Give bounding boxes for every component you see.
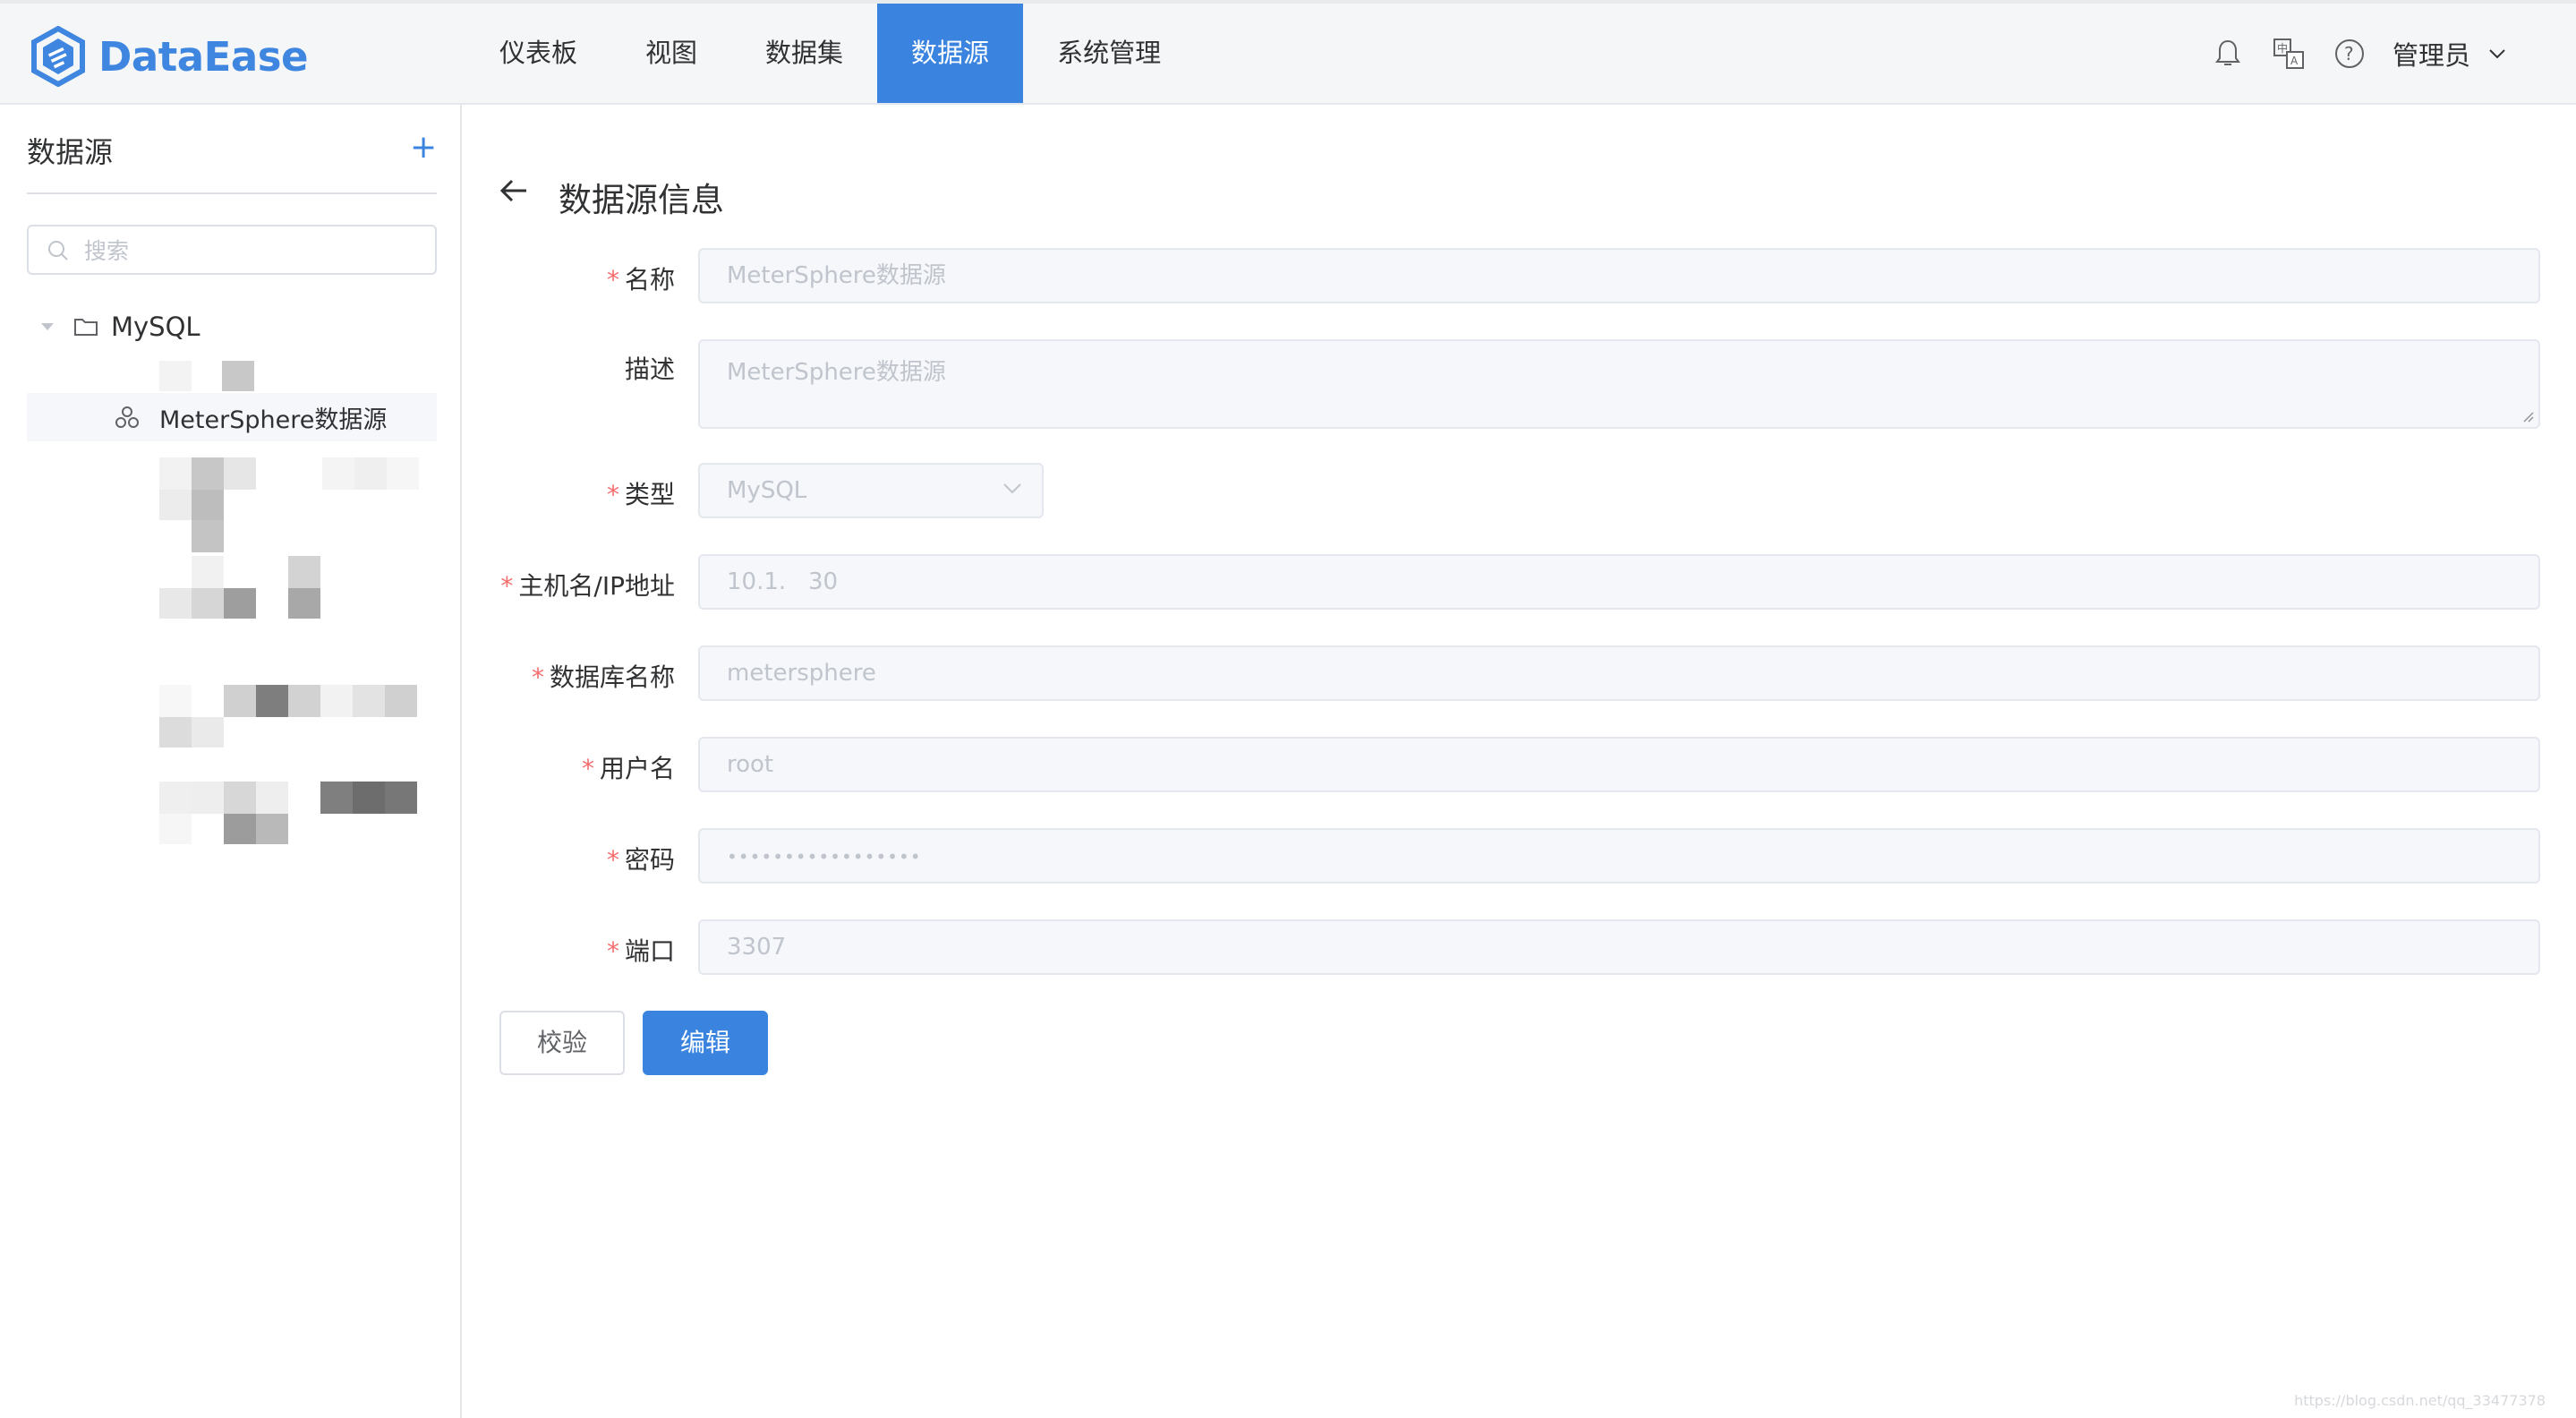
search-icon — [48, 241, 68, 261]
host-label: * 主机名/IP地址 — [500, 571, 675, 601]
redaction-pixel — [159, 782, 192, 814]
password-field[interactable]: ••••••••••••••••• — [698, 828, 2540, 884]
brand-logo[interactable]: DataEase — [30, 25, 309, 88]
user-menu[interactable]: 管理员 — [2393, 35, 2506, 73]
redaction-pixel — [256, 685, 288, 717]
port-label: * 端口 — [606, 936, 675, 966]
tree-leaf-metersphere[interactable]: MeterSphere数据源 — [27, 393, 437, 441]
redaction-pixel — [320, 782, 353, 814]
nav-item-view[interactable]: 视图 — [611, 4, 731, 103]
svg-text:A: A — [2290, 55, 2299, 67]
page-title: 数据源信息 — [559, 181, 724, 219]
database-label: * 数据库名称 — [531, 662, 675, 692]
nav-item-system[interactable]: 系统管理 — [1023, 4, 1195, 103]
redaction-pixel — [387, 457, 419, 490]
resize-grip-icon[interactable] — [2521, 409, 2535, 423]
description-label: 描述 — [624, 354, 675, 384]
redaction-pixel — [353, 685, 385, 717]
bell-icon[interactable] — [2210, 36, 2246, 72]
header-actions: 中 A ? 管理员 — [2185, 4, 2506, 103]
type-label: * 类型 — [606, 480, 675, 509]
chevron-down-icon — [2489, 48, 2505, 58]
nav-item-dataset[interactable]: 数据集 — [731, 4, 877, 103]
redaction-pixel — [353, 782, 385, 814]
redaction-pixel — [224, 457, 256, 490]
redaction-pixel — [385, 685, 417, 717]
datasource-detail: 数据源信息 * 名称 MeterSphere数据源 描述 MeterSphere数… — [464, 105, 2576, 1418]
add-datasource-button[interactable]: + — [410, 130, 437, 166]
redaction-pixel — [256, 782, 288, 814]
svg-text:?: ? — [2344, 43, 2354, 64]
username-field[interactable]: root — [698, 737, 2540, 792]
port-field[interactable]: 3307 — [698, 919, 2540, 975]
datasource-icon — [115, 406, 139, 428]
watermark: https://blog.csdn.net/qq_33477378 — [2294, 1392, 2546, 1409]
password-label: * 密码 — [606, 845, 675, 875]
redaction-pixel — [320, 685, 353, 717]
sidebar-search — [27, 225, 437, 275]
redaction-pixel — [192, 782, 224, 814]
tree-folder-label: MySQL — [111, 312, 200, 342]
redaction-pixel — [256, 814, 288, 844]
brand-name: DataEase — [98, 32, 309, 81]
redaction-pixel — [192, 457, 224, 490]
password-value: ••••••••••••••••• — [727, 846, 922, 867]
dataease-logo-icon — [31, 26, 85, 87]
type-select[interactable]: MySQL — [698, 463, 1044, 518]
redaction-pixel — [288, 556, 320, 588]
redaction-pixel — [159, 717, 192, 747]
redaction-pixel — [192, 588, 224, 619]
redaction-pixel — [159, 490, 192, 520]
description-field[interactable]: MeterSphere数据源 — [698, 339, 2540, 429]
username-label: * 用户名 — [581, 754, 675, 783]
nav-item-datasource[interactable]: 数据源 — [877, 4, 1024, 103]
redaction-pixel — [192, 717, 224, 747]
chevron-down-icon — [1003, 483, 1021, 494]
top-nav: 仪表板 视图 数据集 数据源 系统管理 — [465, 4, 1195, 103]
description-value: MeterSphere数据源 — [727, 359, 946, 386]
redaction-pixel — [192, 556, 224, 588]
user-name: 管理员 — [2392, 39, 2470, 71]
name-label: * 名称 — [606, 265, 675, 295]
host-field[interactable]: 10.1. 30 — [698, 554, 2540, 610]
redaction-pixel — [159, 685, 192, 717]
redaction-pixel — [354, 457, 387, 490]
redaction-pixel — [288, 588, 320, 619]
database-field[interactable]: metersphere — [698, 645, 2540, 701]
search-input[interactable] — [82, 234, 426, 268]
redaction-pixel — [159, 457, 192, 490]
redaction-pixel — [224, 814, 256, 844]
validate-button[interactable]: 校验 — [499, 1011, 625, 1075]
folder-icon — [74, 319, 98, 336]
caret-down-icon[interactable] — [39, 321, 55, 332]
tree-leaf-label: MeterSphere数据源 — [159, 406, 388, 434]
host-value: 10.1. 30 — [727, 568, 839, 595]
datasource-sidebar: 数据源 + MySQL MeterSphere数据源 — [0, 105, 462, 1418]
redaction-pixel — [322, 457, 354, 490]
translate-icon[interactable]: 中 A — [2271, 36, 2307, 72]
type-value: MySQL — [727, 477, 807, 504]
name-field[interactable]: MeterSphere数据源 — [698, 248, 2540, 303]
nav-item-dashboard[interactable]: 仪表板 — [465, 4, 611, 103]
redaction-pixel — [224, 685, 256, 717]
help-icon[interactable]: ? — [2332, 36, 2367, 72]
edit-button[interactable]: 编辑 — [643, 1011, 768, 1075]
back-arrow-icon[interactable] — [499, 178, 528, 203]
redaction-pixel — [288, 685, 320, 717]
redaction-pixel — [192, 520, 224, 552]
redaction-pixel — [385, 782, 417, 814]
redaction-pixel — [192, 490, 224, 520]
redaction-pixel — [222, 361, 254, 391]
redaction-pixel — [159, 814, 192, 844]
redaction-pixel — [224, 782, 256, 814]
redaction-pixel — [159, 361, 192, 391]
sidebar-divider — [27, 192, 437, 194]
tree-folder-mysql[interactable]: MySQL — [27, 302, 437, 352]
redaction-pixel — [224, 588, 256, 619]
sidebar-title: 数据源 — [27, 135, 114, 169]
redaction-pixel — [159, 588, 192, 619]
app-header: DataEase 仪表板 视图 数据集 数据源 系统管理 中 A ? 管理员 — [0, 4, 2576, 105]
